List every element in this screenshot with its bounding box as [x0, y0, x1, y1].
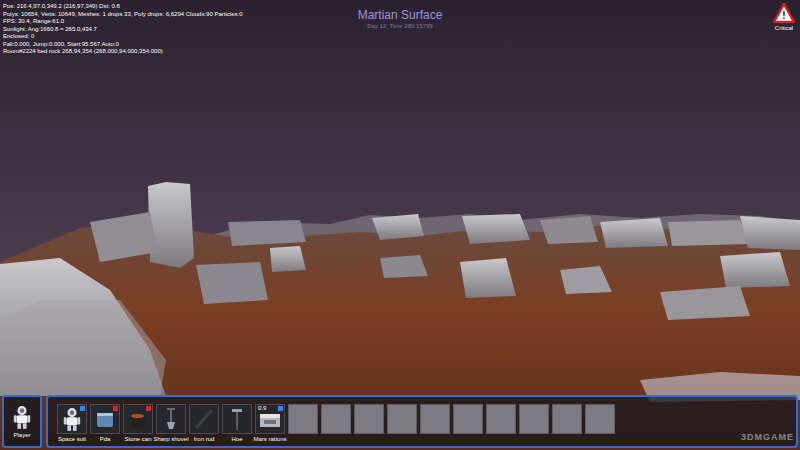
debug-line: FPS: 30.4, Range:61.0: [3, 18, 358, 26]
inventory-slot[interactable]: 0.9: [255, 404, 285, 434]
inventory-item[interactable]: Space suit: [57, 404, 87, 443]
player-label: Player: [13, 431, 30, 439]
rod-icon: [193, 408, 215, 430]
alert-label: Critical: [775, 24, 793, 32]
debug-line: Room#2224 bed rock 268,94,354 (268.000,9…: [3, 48, 358, 56]
empty-slot[interactable]: [552, 404, 582, 434]
ration-icon: [258, 408, 282, 430]
inventory-item[interactable]: 0.9 Mars rations: [255, 404, 285, 443]
martian-landscape-icon: [0, 0, 800, 450]
critical-alert[interactable]: !Critical: [773, 3, 795, 32]
game-time: Day 12, Time 289.15799: [367, 22, 432, 30]
debug-line: Fall:0.000, Jump:0.000, Start:95.567 Aut…: [3, 41, 358, 49]
item-label: Mars rations: [254, 436, 287, 443]
inventory-bar: Space suit Pda Stone canSharp shovel Iron r…: [46, 395, 798, 448]
inventory-item[interactable]: Sharp shovel: [156, 404, 186, 443]
debug-line: Sunlight: Ang:1660.8 = 265.0,434.7: [3, 26, 358, 34]
location-header: Martian Surface Day 12, Time 289.15799: [358, 3, 443, 30]
inventory-item[interactable]: Stone can: [123, 404, 153, 443]
debug-info: Pos: 216.4,97.0,349.2 (216,97,349) Dst: …: [3, 3, 358, 56]
empty-slot[interactable]: [420, 404, 450, 434]
location-title: Martian Surface: [358, 8, 443, 22]
inventory-item[interactable]: Pda: [90, 404, 120, 443]
warning-icon[interactable]: !: [773, 3, 795, 23]
hud: Pos: 216.4,97.0,349.2 (216,97,349) Dst: …: [0, 0, 800, 450]
inventory-item[interactable]: [420, 404, 450, 434]
empty-slot[interactable]: [585, 404, 615, 434]
inventory-item[interactable]: [585, 404, 615, 434]
inventory-item[interactable]: [453, 404, 483, 434]
inventory-slot[interactable]: [57, 404, 87, 434]
hoe-icon: [226, 407, 248, 431]
shovel-icon: [160, 407, 182, 431]
inventory-item[interactable]: [519, 404, 549, 434]
empty-slot[interactable]: [288, 404, 318, 434]
item-label: Sharp shovel: [153, 436, 188, 443]
item-label: Hoe: [231, 436, 242, 443]
item-badge: [113, 406, 118, 411]
empty-slot[interactable]: [453, 404, 483, 434]
astronaut-icon: [11, 405, 33, 429]
item-label: Iron rod: [194, 436, 215, 443]
empty-slot[interactable]: [354, 404, 384, 434]
game-view[interactable]: Pos: 216.4,97.0,349.2 (216,97,349) Dst: …: [0, 0, 800, 450]
inventory-slot[interactable]: [123, 404, 153, 434]
debug-line: Enclosed: 0: [3, 33, 358, 41]
inventory-item[interactable]: Hoe: [222, 404, 252, 443]
inventory-item[interactable]: Iron rod: [189, 404, 219, 443]
can-icon: [127, 408, 149, 430]
item-badge: [80, 406, 85, 411]
inventory-slot[interactable]: [222, 404, 252, 434]
empty-slot[interactable]: [321, 404, 351, 434]
warning-mark: !: [782, 9, 785, 23]
empty-slot[interactable]: [486, 404, 516, 434]
item-badge: [146, 406, 151, 411]
watermark: 3DMGAME: [741, 431, 794, 445]
empty-slot[interactable]: [387, 404, 417, 434]
inventory-item[interactable]: [387, 404, 417, 434]
empty-slot[interactable]: [519, 404, 549, 434]
pda-icon: [94, 408, 116, 430]
item-label: Pda: [100, 436, 111, 443]
inventory-item[interactable]: [288, 404, 318, 434]
inventory-item[interactable]: [552, 404, 582, 434]
item-badge: [278, 406, 283, 411]
inventory-slot[interactable]: [90, 404, 120, 434]
inventory-item[interactable]: [354, 404, 384, 434]
inventory-slot[interactable]: [156, 404, 186, 434]
item-count: 0.9: [258, 405, 266, 412]
inventory-item[interactable]: [486, 404, 516, 434]
item-label: Stone can: [124, 436, 151, 443]
inventory-item[interactable]: [321, 404, 351, 434]
item-label: Space suit: [58, 436, 86, 443]
debug-line: Pos: 216.4,97.0,349.2 (216,97,349) Dst: …: [3, 3, 358, 11]
hud-top: Pos: 216.4,97.0,349.2 (216,97,349) Dst: …: [0, 0, 800, 56]
inventory-slot[interactable]: [189, 404, 219, 434]
debug-line: Polys: 10654, Verts: 10649, Meshes: 1 dr…: [3, 11, 358, 19]
hud-bottom: Player Space suit Pda Stone canSharp shove…: [0, 395, 800, 450]
suit-icon: [62, 407, 82, 431]
player-button[interactable]: Player: [2, 395, 42, 448]
